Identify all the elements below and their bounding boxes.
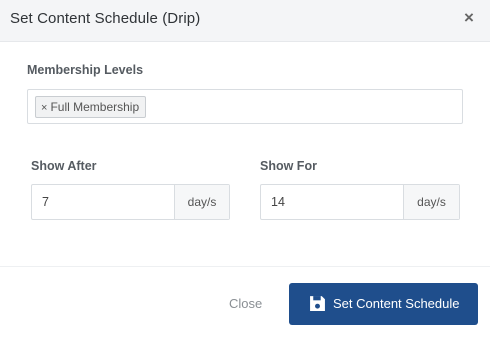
tag-remove-icon[interactable]: ×: [41, 102, 47, 114]
content-schedule-modal: Set Content Schedule (Drip) × Membership…: [0, 0, 490, 340]
show-for-unit: day/s: [403, 185, 459, 219]
show-for-input[interactable]: 14: [271, 195, 285, 209]
modal-header: Set Content Schedule (Drip) ×: [0, 0, 490, 42]
set-content-schedule-label: Set Content Schedule: [333, 296, 460, 311]
show-after-input[interactable]: 7: [42, 195, 49, 209]
membership-tag: × Full Membership: [35, 96, 147, 118]
set-content-schedule-button[interactable]: Set Content Schedule: [289, 283, 478, 325]
close-icon[interactable]: ×: [462, 9, 476, 26]
show-for-label: Show For: [260, 159, 317, 173]
membership-levels-select[interactable]: × Full Membership: [27, 89, 463, 124]
save-icon: [310, 296, 325, 311]
show-for-group: 14 day/s: [260, 184, 460, 220]
membership-tag-label: Full Membership: [50, 100, 140, 114]
close-button[interactable]: Close: [229, 296, 262, 311]
show-after-label: Show After: [31, 159, 97, 173]
footer-divider: [0, 266, 490, 267]
modal-title: Set Content Schedule (Drip): [10, 10, 201, 27]
membership-levels-label: Membership Levels: [27, 63, 144, 77]
show-after-group: 7 day/s: [31, 184, 230, 220]
show-after-unit: day/s: [174, 185, 229, 219]
